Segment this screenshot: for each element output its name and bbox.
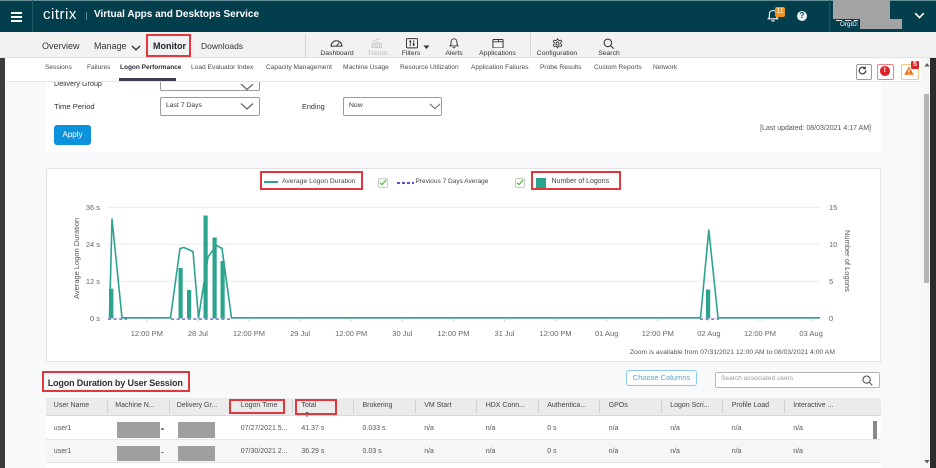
- svg-text:Average Logon Duration: Average Logon Duration: [72, 218, 81, 299]
- svg-text:Zoom is available from 07/31/2: Zoom is available from 07/31/2021 12:00 …: [630, 349, 836, 356]
- svg-text:10: 10: [829, 240, 837, 249]
- svg-text:Number of Logons: Number of Logons: [843, 230, 852, 292]
- svg-text:12:00 PM: 12:00 PM: [437, 329, 469, 338]
- svg-text:28 Jul: 28 Jul: [188, 329, 208, 338]
- svg-text:03 Aug: 03 Aug: [799, 329, 822, 338]
- svg-text:12:00 PM: 12:00 PM: [540, 329, 572, 338]
- svg-text:12:00 PM: 12:00 PM: [233, 329, 265, 338]
- svg-text:12:00 PM: 12:00 PM: [335, 329, 367, 338]
- svg-text:12:00 PM: 12:00 PM: [744, 329, 776, 338]
- svg-text:30 Jul: 30 Jul: [392, 329, 412, 338]
- svg-text:12:00 PM: 12:00 PM: [131, 329, 163, 338]
- svg-text:29 Jul: 29 Jul: [290, 329, 310, 338]
- svg-text:02 Aug: 02 Aug: [697, 329, 720, 338]
- svg-text:01 Aug: 01 Aug: [595, 329, 618, 338]
- svg-text:31 Jul: 31 Jul: [494, 329, 514, 338]
- svg-text:15: 15: [829, 203, 837, 212]
- svg-text:12 s: 12 s: [86, 277, 100, 286]
- svg-text:36 s: 36 s: [86, 203, 100, 212]
- svg-text:12:00 PM: 12:00 PM: [642, 329, 674, 338]
- svg-text:24 s: 24 s: [86, 240, 100, 249]
- svg-text:5: 5: [829, 277, 833, 286]
- svg-text:0 s: 0 s: [90, 314, 100, 323]
- svg-text:0: 0: [829, 314, 833, 323]
